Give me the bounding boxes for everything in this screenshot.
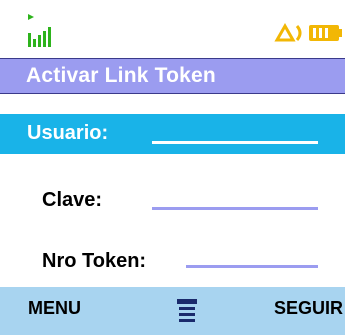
- battery-icon: [309, 25, 342, 41]
- input-underline: [152, 141, 318, 144]
- continue-softkey[interactable]: SEGUIR: [274, 298, 343, 319]
- token-input[interactable]: [186, 250, 318, 268]
- status-bar: [0, 0, 345, 58]
- network-arrows-icon: [274, 22, 302, 42]
- user-input[interactable]: [152, 126, 318, 144]
- page-title: Activar Link Token: [26, 64, 216, 87]
- input-underline: [186, 265, 318, 268]
- form-row-clave[interactable]: Clave:: [0, 178, 345, 224]
- password-input[interactable]: [152, 192, 318, 210]
- signal-strength-icon: [28, 14, 51, 47]
- input-underline: [152, 207, 318, 210]
- password-label: Clave:: [42, 189, 103, 211]
- menu-softkey[interactable]: MENU: [28, 298, 81, 319]
- form-row-token[interactable]: Nro Token:: [0, 240, 345, 284]
- token-label: Nro Token:: [42, 250, 147, 272]
- softkey-bar: MENU SEGUIR: [0, 286, 345, 335]
- status-icons: [274, 22, 342, 42]
- title-bar: Activar Link Token: [0, 58, 345, 94]
- menu-icon[interactable]: [176, 297, 198, 325]
- form-row-usuario[interactable]: Usuario:: [0, 114, 345, 154]
- user-label: Usuario:: [27, 122, 109, 144]
